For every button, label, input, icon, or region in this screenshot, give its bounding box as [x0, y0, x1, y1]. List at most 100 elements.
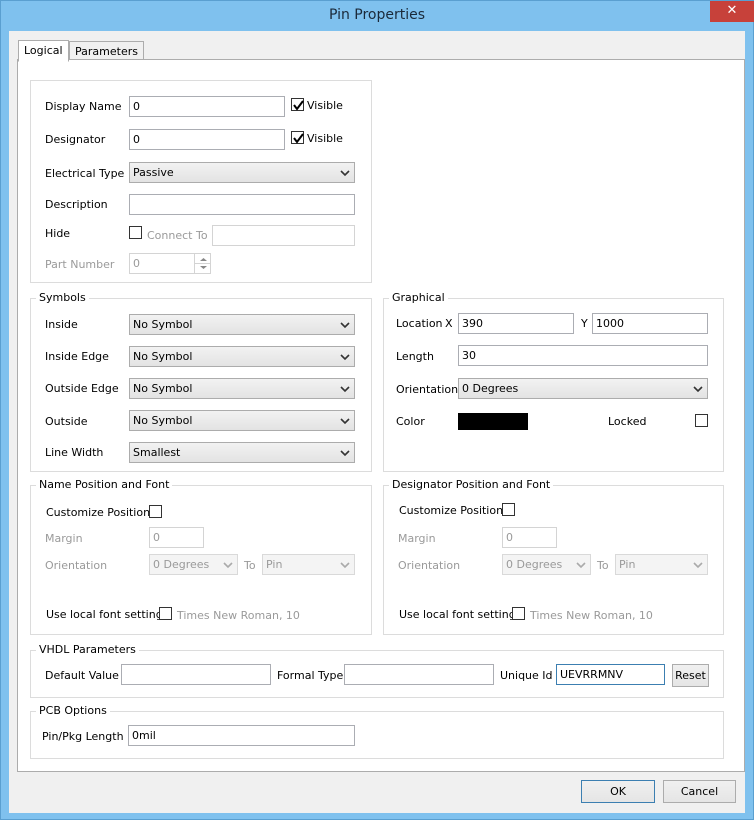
inside-edge-label: Inside Edge — [45, 350, 109, 363]
symbols-title: Symbols — [36, 291, 89, 304]
unique-id-input[interactable]: UEVRRMNV — [556, 664, 665, 685]
designator-customize-checkbox[interactable] — [502, 503, 515, 516]
close-button[interactable]: ✕ — [710, 1, 754, 22]
name-to-value: Pin — [266, 558, 283, 571]
designator-font-checkbox[interactable] — [512, 607, 525, 620]
hide-label: Hide — [45, 227, 71, 240]
line-width-select[interactable]: Smallest — [129, 442, 355, 463]
formal-type-label: Formal Type — [277, 669, 344, 682]
designator-to-label: To — [597, 559, 609, 572]
color-swatch[interactable] — [458, 413, 528, 430]
line-width-label: Line Width — [45, 446, 104, 459]
spinner-arrows-icon[interactable] — [194, 254, 210, 273]
chevron-down-icon — [693, 562, 703, 569]
display-name-input[interactable]: 0 — [129, 96, 285, 117]
orientation-value: 0 Degrees — [462, 382, 519, 395]
reset-button[interactable]: Reset — [672, 664, 709, 687]
chevron-down-icon — [340, 562, 350, 569]
chevron-down-icon — [223, 562, 233, 569]
chevron-down-icon — [340, 354, 350, 361]
designator-visible-checkbox[interactable] — [291, 131, 304, 144]
outside-edge-select[interactable]: No Symbol — [129, 378, 355, 399]
chevron-down-icon — [340, 418, 350, 425]
designator-font-value: Times New Roman, 10 — [530, 609, 653, 622]
name-to-label: To — [244, 559, 256, 572]
checkmark-icon — [293, 100, 304, 111]
tab-parameters[interactable]: Parameters — [69, 41, 144, 61]
length-input[interactable]: 30 — [458, 345, 708, 366]
designator-orientation-select[interactable]: 0 Degrees — [502, 554, 591, 575]
inside-value: No Symbol — [133, 318, 193, 331]
pin-pkg-length-input[interactable]: 0mil — [128, 725, 355, 746]
vhdl-parameters-group: VHDL Parameters Default Value Formal Typ… — [30, 643, 724, 698]
designator-to-select[interactable]: Pin — [615, 554, 708, 575]
graphical-group: Graphical Location X 390 Y 1000 Length 3… — [383, 291, 724, 472]
locked-label: Locked — [608, 415, 647, 428]
outside-edge-value: No Symbol — [133, 382, 193, 395]
cancel-button[interactable]: Cancel — [663, 780, 736, 803]
chevron-down-icon — [340, 170, 350, 177]
inside-edge-select[interactable]: No Symbol — [129, 346, 355, 367]
name-position-group: Name Position and Font Customize Positio… — [30, 478, 372, 635]
designator-font-label: Use local font setting — [399, 608, 516, 621]
connect-to-label: Connect To — [147, 229, 208, 242]
description-input[interactable] — [129, 194, 355, 215]
ok-button[interactable]: OK — [581, 780, 655, 803]
vhdl-title: VHDL Parameters — [36, 643, 139, 656]
location-x-input[interactable]: 390 — [458, 313, 574, 334]
chevron-down-icon — [693, 386, 703, 393]
designator-orientation-value: 0 Degrees — [506, 558, 563, 571]
designator-customize-label: Customize Position — [399, 504, 504, 517]
name-orientation-select[interactable]: 0 Degrees — [149, 554, 238, 575]
part-number-spinner[interactable]: 0 — [129, 253, 211, 274]
name-customize-checkbox[interactable] — [149, 505, 162, 518]
connect-to-input[interactable] — [212, 225, 355, 246]
chevron-down-icon — [340, 322, 350, 329]
default-value-input[interactable] — [121, 664, 271, 685]
window-title: Pin Properties — [328, 7, 426, 23]
pin-pkg-length-label: Pin/Pkg Length — [42, 730, 124, 743]
designator-to-value: Pin — [619, 558, 636, 571]
color-label: Color — [396, 415, 425, 428]
part-number-label: Part Number — [45, 258, 115, 271]
checkmark-icon — [293, 133, 304, 144]
electrical-type-select[interactable]: Passive — [129, 162, 355, 183]
pcb-title: PCB Options — [36, 704, 110, 717]
name-font-checkbox[interactable] — [159, 607, 172, 620]
locked-checkbox[interactable] — [695, 414, 708, 427]
dialog-client-area: Logical Parameters Display Name 0 Visibl… — [9, 31, 745, 813]
location-label: Location — [396, 317, 443, 330]
designator-margin-input[interactable]: 0 — [502, 527, 557, 548]
name-orientation-value: 0 Degrees — [153, 558, 210, 571]
location-y-input[interactable]: 1000 — [592, 313, 708, 334]
outside-select[interactable]: No Symbol — [129, 410, 355, 431]
name-to-select[interactable]: Pin — [262, 554, 355, 575]
outside-label: Outside — [45, 415, 88, 428]
orientation-select[interactable]: 0 Degrees — [458, 378, 708, 399]
electrical-type-label: Electrical Type — [45, 167, 125, 180]
designator-label: Designator — [45, 133, 106, 146]
inside-select[interactable]: No Symbol — [129, 314, 355, 335]
chevron-down-icon — [576, 562, 586, 569]
name-margin-input[interactable]: 0 — [149, 527, 204, 548]
default-value-label: Default Value — [45, 669, 119, 682]
length-label: Length — [396, 350, 434, 363]
name-font-label: Use local font setting — [46, 608, 163, 621]
hide-checkbox[interactable] — [129, 226, 142, 239]
designator-position-group: Designator Position and Font Customize P… — [383, 478, 724, 635]
inside-label: Inside — [45, 318, 78, 331]
unique-id-label: Unique Id — [500, 669, 553, 682]
tab-logical[interactable]: Logical — [18, 40, 69, 62]
outside-edge-label: Outside Edge — [45, 382, 119, 395]
logical-tab-panel: Display Name 0 Visible Designator 0 Visi… — [17, 59, 745, 772]
title-bar[interactable]: Pin Properties ✕ — [1, 1, 754, 31]
display-name-visible-checkbox[interactable] — [291, 98, 304, 111]
symbols-group: Symbols Inside No Symbol Inside Edge No … — [30, 291, 372, 472]
name-customize-label: Customize Position — [46, 506, 151, 519]
outside-value: No Symbol — [133, 414, 193, 427]
orientation-label: Orientation — [396, 383, 459, 396]
formal-type-input[interactable] — [344, 664, 494, 685]
designator-input[interactable]: 0 — [129, 129, 285, 150]
designator-visible-label: Visible — [307, 132, 343, 145]
name-orientation-label: Orientation — [45, 559, 108, 572]
